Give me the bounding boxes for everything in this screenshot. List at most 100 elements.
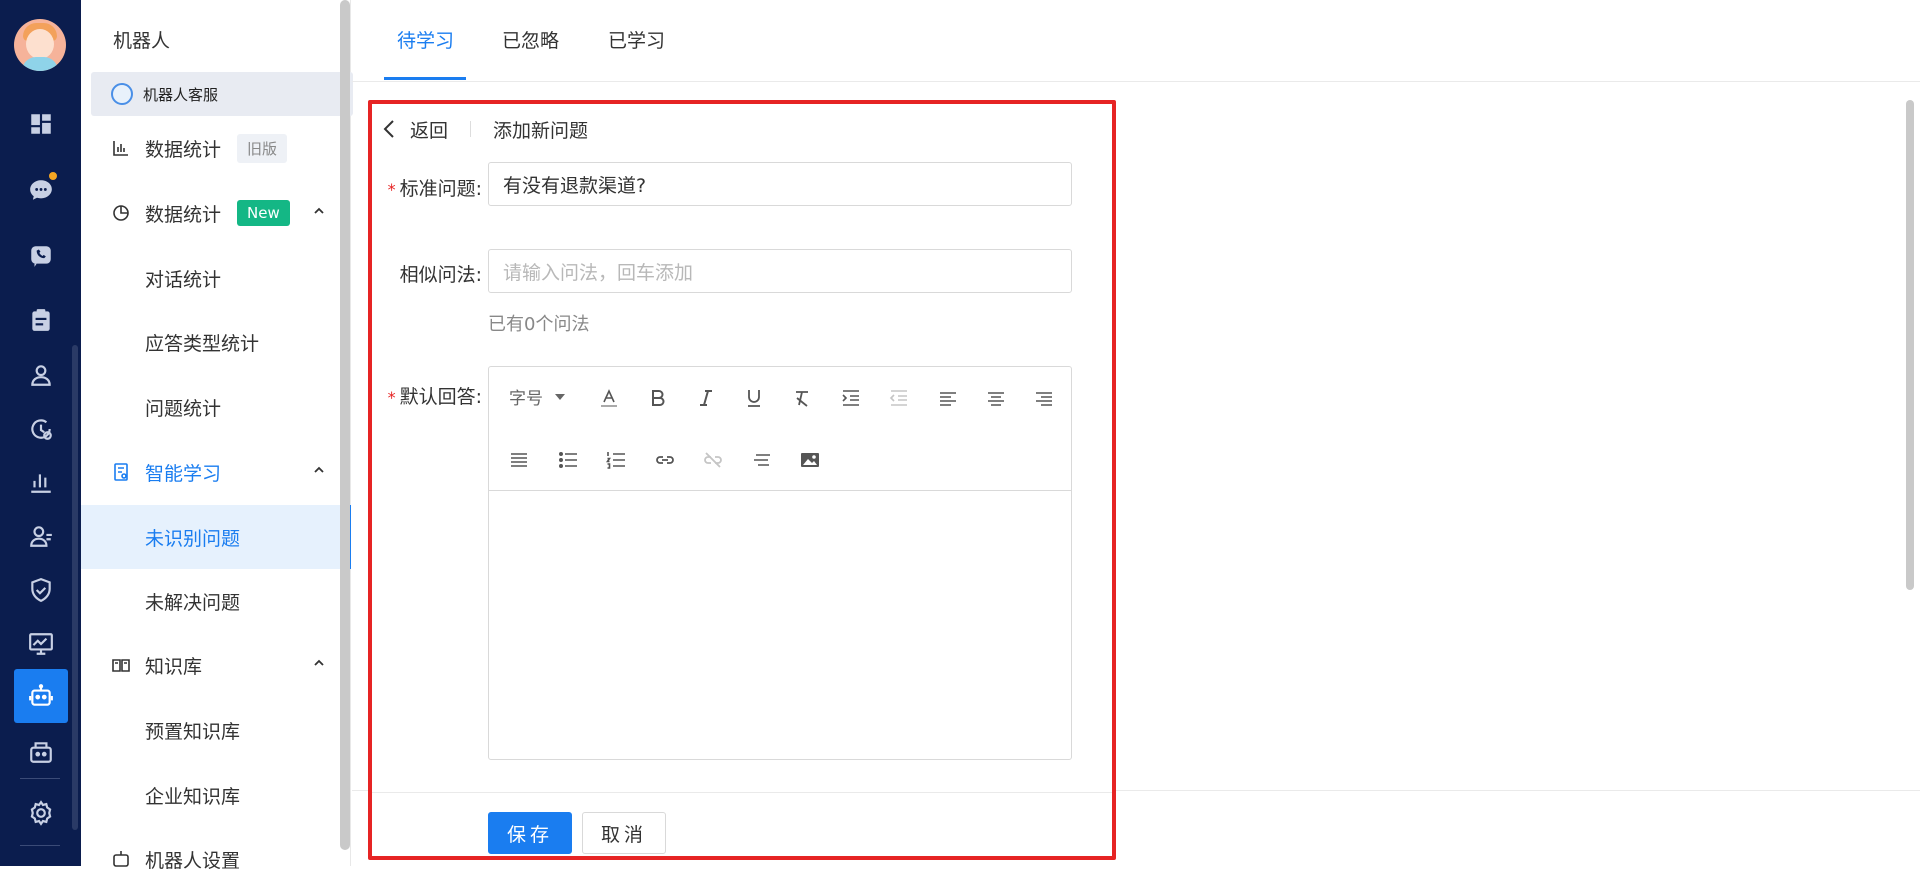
chat-icon[interactable]	[0, 170, 81, 210]
menu-item-label: 问题统计	[145, 397, 222, 420]
default-answer-label: * 默认回答:	[387, 386, 482, 408]
menu-item-smart-learning[interactable]: 智能学习	[81, 440, 351, 504]
align-center-icon[interactable]	[981, 383, 1011, 413]
menu-item-label: 未识别问题	[145, 527, 241, 550]
shield-icon[interactable]	[0, 570, 81, 610]
menu-item-dialog-stats[interactable]: 对话统计	[81, 246, 351, 310]
menu-item-robot-settings[interactable]: 机器人设置	[81, 827, 351, 891]
italic-icon[interactable]	[691, 383, 721, 413]
menu-item-label: 企业知识库	[145, 785, 241, 808]
menu-item-preset-knowledge[interactable]: 预置知识库	[81, 698, 351, 762]
font-size-dropdown[interactable]: 字号	[509, 384, 565, 409]
menu-item-unresolved-questions[interactable]: 未解决问题	[81, 569, 351, 633]
caret-down-icon	[555, 393, 565, 400]
secondary-menu: 机器人 机器人客服 数据统计 旧版 数据统计 New 对话统计 应答类型统计 问…	[81, 0, 353, 872]
unlink-icon[interactable]	[698, 445, 728, 475]
settings-icon[interactable]	[0, 793, 81, 833]
chevron-up-icon	[314, 659, 324, 666]
main-content: 待学习 已忽略 已学习 返回 添加新问题 * 标准问题: 有没有退款渠道? 相似问…	[352, 0, 1920, 866]
chevron-left-icon[interactable]	[382, 119, 396, 139]
robot-icon[interactable]	[14, 669, 68, 723]
menu-item-question-stats[interactable]: 问题统计	[81, 375, 351, 439]
tab-to-learn[interactable]: 待学习	[397, 26, 454, 53]
phone-icon[interactable]	[0, 236, 81, 276]
monitor-icon[interactable]	[0, 624, 81, 664]
standard-question-label: * 标准问题:	[387, 178, 482, 200]
similar-question-count: 已有0个问法	[488, 314, 590, 335]
menu-scrollbar[interactable]	[340, 0, 350, 850]
standard-question-input[interactable]: 有没有退款渠道?	[488, 162, 1072, 206]
tab-active-indicator	[384, 77, 466, 80]
menu-item-label: 数据统计	[145, 203, 222, 226]
main-scrollbar[interactable]	[1906, 100, 1914, 590]
chevron-up-icon	[314, 466, 324, 473]
editor-toolbar: 字号	[489, 367, 1071, 491]
avatar[interactable]	[14, 19, 66, 71]
icon-rail	[0, 0, 81, 866]
tab-bar: 待学习 已忽略 已学习	[352, 0, 1920, 82]
outdent-icon[interactable]	[884, 383, 914, 413]
menu-item-label: 预置知识库	[145, 720, 241, 743]
book-icon	[111, 655, 131, 675]
editor-content-area[interactable]	[489, 492, 1071, 759]
menu-item-label: 对话统计	[145, 268, 222, 291]
robot-avatar-icon	[111, 83, 133, 105]
chevron-up-icon	[314, 207, 324, 214]
back-link[interactable]: 返回	[410, 116, 448, 143]
add-question-panel: 返回 添加新问题 * 标准问题: 有没有退款渠道? 相似问法: 请输入问法，回车添…	[368, 100, 1116, 860]
team-icon[interactable]	[0, 516, 81, 556]
user-icon[interactable]	[0, 355, 81, 395]
font-color-icon[interactable]	[594, 383, 624, 413]
text-direction-icon[interactable]	[747, 445, 777, 475]
new-tag: New	[237, 200, 290, 226]
robot-selector[interactable]: 机器人客服	[91, 72, 353, 116]
rich-text-editor: 字号	[488, 366, 1072, 760]
menu-item-stats-old[interactable]: 数据统计 旧版	[81, 116, 351, 180]
align-left-icon[interactable]	[933, 383, 963, 413]
similar-question-label: 相似问法:	[399, 264, 482, 286]
menu-item-unrecognized-questions[interactable]: 未识别问题	[81, 505, 351, 569]
menu-item-knowledge-base[interactable]: 知识库	[81, 633, 351, 697]
cancel-button[interactable]: 取消	[582, 812, 666, 854]
required-mark: *	[387, 180, 396, 199]
similar-question-input[interactable]: 请输入问法，回车添加	[488, 249, 1072, 293]
underline-icon[interactable]	[739, 383, 769, 413]
menu-item-label: 机器人设置	[145, 849, 241, 872]
mailbox-icon[interactable]	[0, 732, 81, 772]
save-button[interactable]: 保存	[488, 812, 572, 854]
link-icon[interactable]	[650, 445, 680, 475]
menu-item-label: 未解决问题	[145, 591, 241, 614]
bold-icon[interactable]	[642, 383, 672, 413]
robot-icon	[111, 849, 131, 869]
numbered-list-icon[interactable]	[601, 445, 631, 475]
clear-format-icon[interactable]	[787, 383, 817, 413]
pie-chart-icon	[111, 203, 131, 223]
robot-name: 机器人客服	[143, 85, 219, 104]
learn-icon	[111, 462, 131, 482]
indent-icon[interactable]	[836, 383, 866, 413]
panel-title: 添加新问题	[493, 119, 589, 142]
menu-item-stats-new[interactable]: 数据统计 New	[81, 181, 351, 245]
tab-learned[interactable]: 已学习	[608, 26, 665, 53]
tab-ignored[interactable]: 已忽略	[502, 26, 559, 53]
menu-item-label: 知识库	[145, 655, 203, 678]
menu-item-label: 应答类型统计	[145, 332, 260, 355]
bullet-list-icon[interactable]	[553, 445, 583, 475]
required-mark: *	[387, 388, 396, 407]
image-icon[interactable]	[795, 445, 825, 475]
old-version-tag: 旧版	[237, 133, 288, 163]
dashboard-icon[interactable]	[0, 104, 81, 144]
bar-chart-icon[interactable]	[0, 462, 81, 502]
bar-chart-icon	[111, 138, 131, 158]
menu-title: 机器人	[113, 30, 171, 52]
menu-item-label: 智能学习	[145, 462, 222, 485]
panel-header: 返回 添加新问题	[382, 114, 588, 144]
align-right-icon[interactable]	[1029, 383, 1059, 413]
clipboard-icon[interactable]	[0, 300, 81, 340]
menu-item-enterprise-knowledge[interactable]: 企业知识库	[81, 763, 351, 827]
notification-dot	[47, 170, 59, 182]
menu-item-response-type-stats[interactable]: 应答类型统计	[81, 310, 351, 374]
history-icon[interactable]	[0, 409, 81, 449]
menu-item-label: 数据统计	[145, 138, 222, 161]
justify-icon[interactable]	[504, 445, 534, 475]
